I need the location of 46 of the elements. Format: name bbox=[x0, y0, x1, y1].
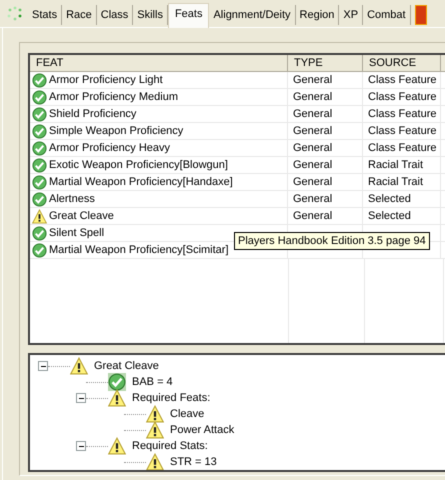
table-cell: Class Feature bbox=[363, 72, 441, 89]
table-cell: Racial Trait bbox=[363, 157, 441, 174]
table-cell: Class Feature bbox=[363, 123, 441, 140]
dots-icon bbox=[6, 6, 24, 22]
tree-item[interactable]: Power Attack bbox=[168, 424, 236, 436]
feat-name: Alertness bbox=[49, 192, 95, 207]
table-cell: General bbox=[288, 89, 363, 106]
table-cell: General bbox=[288, 157, 363, 174]
column-header[interactable]: TYPE bbox=[288, 55, 363, 72]
tree-item[interactable]: Great Cleave bbox=[92, 360, 161, 372]
table-cell: Selected bbox=[363, 208, 441, 225]
feat-name: Shield Proficiency bbox=[49, 107, 136, 122]
table-cell: General bbox=[288, 191, 363, 208]
feat-name: Martial Weapon Proficiency[Scimitar] bbox=[49, 243, 229, 258]
table-cell: General bbox=[288, 174, 363, 191]
tree-item[interactable]: Required Feats: bbox=[130, 392, 212, 404]
column-header[interactable]: FEAT bbox=[30, 55, 288, 72]
table-cell: General bbox=[288, 72, 363, 89]
tree-item[interactable]: STR = 13 bbox=[168, 456, 219, 468]
tooltip: Players Handbook Edition 3.5 page 94 bbox=[234, 232, 430, 250]
tab[interactable]: Feats bbox=[168, 3, 210, 28]
table-cell: Selected bbox=[363, 191, 441, 208]
feat-name: Armor Proficiency Heavy bbox=[49, 141, 170, 156]
table-cell: Class Feature bbox=[363, 106, 441, 123]
feat-name: Great Cleave bbox=[49, 209, 114, 224]
table-cell: Class Feature bbox=[363, 89, 441, 106]
collapse-toggle[interactable] bbox=[38, 361, 48, 371]
table-cell: General bbox=[288, 123, 363, 140]
tree-item[interactable]: BAB = 4 bbox=[130, 376, 175, 388]
table-cell: General bbox=[288, 106, 363, 123]
table-cell: General bbox=[288, 140, 363, 157]
feat-name: Silent Spell bbox=[49, 226, 104, 241]
tree-item[interactable]: Cleave bbox=[168, 408, 206, 420]
table-cell: General bbox=[288, 208, 363, 225]
tab-icon[interactable] bbox=[414, 5, 427, 25]
feat-name: Armor Proficiency Medium bbox=[49, 90, 178, 105]
feat-name: Simple Weapon Proficiency bbox=[49, 124, 184, 139]
column-header[interactable]: SOURCE bbox=[363, 55, 441, 72]
feat-name: Armor Proficiency Light bbox=[49, 73, 163, 88]
feat-name: Martial Weapon Proficiency[Handaxe] bbox=[49, 175, 233, 190]
table-cell: Class Feature bbox=[363, 140, 441, 157]
collapse-toggle[interactable] bbox=[76, 441, 86, 451]
table-cell: Racial Trait bbox=[363, 174, 441, 191]
collapse-toggle[interactable] bbox=[76, 393, 86, 403]
tree-item[interactable]: Required Stats: bbox=[130, 440, 210, 452]
feat-name: Exotic Weapon Proficiency[Blowgun] bbox=[49, 158, 228, 173]
